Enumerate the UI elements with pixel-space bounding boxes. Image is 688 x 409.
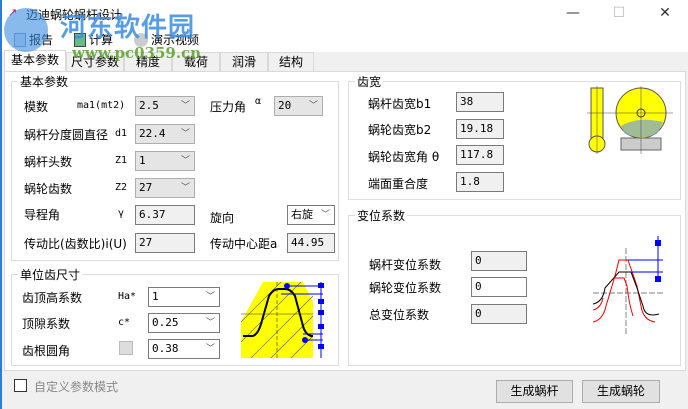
- center-distance-field[interactable]: 44.95: [287, 233, 335, 253]
- d1-symbol: d1: [115, 128, 128, 139]
- demo-video-button[interactable]: 演示视频: [134, 31, 199, 48]
- z2-select[interactable]: 27 ﹀: [135, 178, 195, 198]
- pressure-angle-label: 压力角: [210, 100, 247, 114]
- unit-tooth-group: 单位齿尺寸 齿顶高系数 Ha* 1 ﹀ 顶隙系数 c* 0.25 ﹀ 齿根圆角 0.…: [11, 266, 339, 366]
- lead-angle-field[interactable]: 6.37: [135, 205, 195, 225]
- d1-select[interactable]: 22.4 ﹀: [135, 124, 195, 144]
- custom-mode-checkbox[interactable]: [14, 379, 27, 392]
- generate-wheel-button[interactable]: 生成蜗轮: [582, 380, 660, 403]
- addendum-symbol: Ha*: [118, 291, 137, 302]
- chevron-down-icon: ﹀: [320, 210, 330, 220]
- pressure-angle-symbol: α: [255, 96, 262, 107]
- report-icon: [14, 32, 26, 47]
- chevron-down-icon: ﹀: [180, 156, 190, 166]
- report-label: 报告: [29, 33, 54, 47]
- tab-structure[interactable]: 结构: [268, 52, 314, 71]
- tab-load[interactable]: 载荷: [172, 52, 220, 71]
- window-title: 迈迪蜗轮蜗杆设计: [26, 8, 123, 22]
- root-fillet-label: 齿根圆角: [22, 344, 71, 358]
- calc-button[interactable]: 计算: [74, 31, 113, 48]
- tab-precision[interactable]: 精度: [124, 52, 172, 71]
- module-select[interactable]: 2.5 ﹀: [135, 96, 195, 116]
- maximize-button[interactable]: ☐: [596, 0, 642, 28]
- center-distance-label: 传动中心距a: [210, 237, 278, 251]
- root-fillet-select[interactable]: 0.38 ﹀: [148, 339, 220, 359]
- chevron-down-icon: ﹀: [308, 101, 318, 111]
- app-window: ↗ 迈迪蜗轮蜗杆设计 — ☐ ✕ 报告 计算 演示视频 基本参数 尺寸参数 精度…: [0, 0, 688, 409]
- tooth-width-group: 齿宽 蜗杆齿宽b1 38 蜗轮齿宽b2 19.18 蜗轮齿宽角 θ 117.8 …: [348, 73, 681, 200]
- z1-symbol: Z1: [115, 155, 128, 166]
- clearance-symbol: c*: [118, 317, 131, 328]
- minimize-button[interactable]: —: [550, 0, 596, 28]
- hand-select[interactable]: 右旋 ﹀: [287, 205, 335, 225]
- toolbar: 报告 计算 演示视频: [2, 28, 688, 52]
- clearance-select[interactable]: 0.25 ﹀: [148, 313, 220, 333]
- worm-shift-label: 蜗杆变位系数: [369, 258, 442, 272]
- app-icon: ↗: [8, 6, 18, 19]
- overlap-label: 端面重合度: [368, 177, 429, 191]
- z2-symbol: Z2: [115, 182, 128, 193]
- group-title: 基本参数: [18, 73, 71, 90]
- root-fillet-checkbox[interactable]: [119, 341, 133, 355]
- group-title: 齿宽: [355, 73, 384, 90]
- lead-angle-symbol: γ: [118, 208, 125, 219]
- title-bar: ↗ 迈迪蜗轮蜗杆设计 — ☐ ✕: [2, 0, 688, 28]
- z2-label: 蜗轮齿数: [24, 182, 73, 196]
- z1-label: 蜗杆头数: [24, 155, 73, 169]
- calculator-icon: [74, 32, 86, 47]
- worm-shift-field[interactable]: 0: [471, 251, 527, 271]
- group-title: 变位系数: [355, 207, 408, 224]
- overlap-field[interactable]: 1.8: [456, 172, 504, 192]
- lead-angle-label: 导程角: [24, 208, 61, 222]
- tab-basic[interactable]: 基本参数: [4, 50, 66, 72]
- chevron-down-icon: ﹀: [180, 129, 190, 139]
- b1-label: 蜗杆齿宽b1: [368, 97, 432, 111]
- b1-field[interactable]: 38: [456, 92, 504, 112]
- ratio-label: 传动比(齿数比)i(U): [24, 237, 127, 251]
- chevron-down-icon: ﹀: [205, 344, 215, 354]
- ratio-field[interactable]: 27: [135, 233, 195, 253]
- profile-shift-group: 变位系数 蜗杆变位系数 0 蜗轮变位系数 0 总变位系数 0: [348, 207, 681, 366]
- custom-mode-label: 自定义参数模式: [34, 380, 119, 394]
- tab-lubrication[interactable]: 润滑: [220, 52, 268, 71]
- worm-gear-diagram: [587, 86, 673, 154]
- chevron-down-icon: ﹀: [205, 318, 215, 328]
- wheel-shift-label: 蜗轮变位系数: [369, 281, 442, 295]
- d1-label: 蜗杆分度圆直径: [24, 128, 109, 142]
- module-symbol: ma1(mt2): [77, 100, 126, 111]
- basic-params-group: 基本参数 模数 ma1(mt2) 2.5 ﹀ 压力角 α 20 ﹀ 蜗杆分度圆直径 …: [11, 73, 339, 261]
- shift-profile-diagram: [593, 236, 663, 336]
- close-button[interactable]: ✕: [642, 0, 688, 28]
- tooth-profile-diagram: [241, 282, 324, 358]
- module-label: 模数: [24, 100, 49, 114]
- pressure-angle-select[interactable]: 20 ﹀: [274, 96, 323, 116]
- generate-worm-button[interactable]: 生成蜗杆: [496, 380, 573, 403]
- tab-panel: 基本参数 模数 ma1(mt2) 2.5 ﹀ 压力角 α 20 ﹀ 蜗杆分度圆直径 …: [4, 71, 686, 371]
- wheel-shift-field[interactable]: 0: [471, 277, 527, 297]
- tab-size[interactable]: 尺寸参数: [66, 52, 124, 71]
- total-shift-field[interactable]: 0: [471, 304, 527, 324]
- addendum-label: 齿顶高系数: [22, 291, 83, 305]
- theta-label: 蜗轮齿宽角 θ: [368, 150, 440, 164]
- theta-field[interactable]: 117.8: [456, 145, 504, 165]
- z1-select[interactable]: 1 ﹀: [135, 151, 195, 171]
- total-shift-label: 总变位系数: [369, 308, 430, 322]
- chevron-down-icon: ﹀: [205, 292, 215, 302]
- addendum-select[interactable]: 1 ﹀: [148, 287, 220, 307]
- chevron-down-icon: ﹀: [180, 101, 190, 111]
- video-icon: [134, 32, 148, 47]
- demo-label: 演示视频: [151, 33, 200, 47]
- report-button[interactable]: 报告: [14, 31, 53, 48]
- hand-label: 旋向: [210, 211, 235, 225]
- clearance-label: 顶隙系数: [22, 317, 71, 331]
- b2-field[interactable]: 19.18: [456, 119, 504, 139]
- chevron-down-icon: ﹀: [180, 183, 190, 193]
- b2-label: 蜗轮齿宽b2: [368, 123, 432, 137]
- calc-label: 计算: [89, 33, 114, 47]
- group-title: 单位齿尺寸: [18, 266, 83, 283]
